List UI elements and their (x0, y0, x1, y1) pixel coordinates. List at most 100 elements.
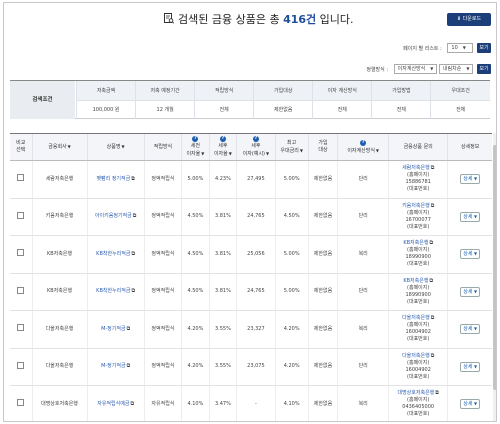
criteria-label: 검색조건 (10, 81, 75, 119)
col-max-rate[interactable]: 최고 우대금리▼ (274, 133, 309, 161)
chevron-down-icon: ▼ (430, 66, 434, 71)
page-title: 검색된 금융 상품은 총 416건 입니다. (164, 11, 354, 27)
product-cell[interactable]: M-정기적금⧉ (86, 348, 145, 386)
compare-checkbox[interactable] (17, 249, 25, 257)
help-icon[interactable]: ? (192, 136, 199, 142)
external-link-icon[interactable]: ⧉ (130, 401, 134, 407)
external-link-icon[interactable]: ⧉ (133, 213, 137, 219)
external-link-icon[interactable]: ⧉ (131, 176, 135, 182)
homepage-label: (홈페이지) (407, 284, 430, 291)
compare-checkbox[interactable] (17, 399, 25, 407)
homepage-label: (홈페이지) (407, 359, 430, 366)
post-rate-cell: 3.81% (208, 235, 237, 274)
post-interest-cell: 23,327 (236, 310, 276, 349)
criteria-value: 12 개월 (135, 100, 195, 119)
product-link[interactable]: 펫팸리 정기적금 (96, 176, 130, 182)
help-icon[interactable]: ? (252, 136, 259, 142)
max-rate-cell: 5.00% (274, 160, 309, 199)
compare-checkbox[interactable] (17, 286, 25, 294)
scrollbar-thumb[interactable] (493, 145, 496, 390)
sort-apply-button[interactable]: 보기 (477, 64, 491, 74)
detail-label: 상세 (463, 176, 473, 183)
compare-checkbox[interactable] (17, 361, 25, 369)
method-cell: 정액적립식 (143, 273, 182, 311)
external-link-icon[interactable]: ⧉ (435, 390, 439, 396)
external-link-icon[interactable]: ⧉ (131, 251, 135, 257)
help-icon[interactable]: ? (360, 139, 367, 146)
col-post-interest[interactable]: ? 세후 이자(예시)▼ (236, 133, 276, 161)
product-cell[interactable]: 펫팸리 정기적금⧉ (86, 160, 145, 199)
external-link-icon[interactable]: ⧉ (431, 315, 435, 321)
col-calc[interactable]: ? 이자계산방식▼ (337, 133, 389, 161)
detail-label: 상세 (463, 326, 473, 333)
help-icon[interactable]: ? (219, 136, 226, 142)
compare-checkbox[interactable] (17, 324, 25, 332)
company-cell: KB저축은행 (31, 235, 88, 274)
table-row: 대명상호저축은행 자유적립식예금⧉ 자유적립식 4.10% 3.47% -4.10% 제한없… (10, 385, 492, 421)
product-cell[interactable]: KB착한누리적금⧉ (86, 235, 145, 274)
col-company[interactable]: 금융회사▼ (31, 133, 88, 161)
compare-cell (10, 273, 32, 311)
company-cell: 대명상호저축은행 (31, 385, 88, 421)
detail-button[interactable]: 상세 ▼ (460, 399, 481, 410)
compare-checkbox[interactable] (17, 211, 25, 219)
col-pre-rate[interactable]: ? 세전 이자율▼ (181, 133, 210, 161)
external-link-icon[interactable]: ⧉ (127, 326, 131, 332)
criteria-header: 적립방식 (194, 81, 254, 101)
per-page-select[interactable]: 10 ▼ (447, 43, 474, 53)
bank-homepage-link[interactable]: 다올저축은행 (402, 353, 430, 359)
detail-cell: 상세 ▼ (447, 273, 492, 311)
criteria-value: 전체 (194, 100, 254, 119)
bank-homepage-link[interactable]: 다올저축은행 (402, 315, 430, 321)
product-cell[interactable]: KB착한누리적금⧉ (86, 273, 145, 311)
product-cell[interactable]: 자유적립식예금⧉ (86, 385, 145, 421)
detail-button[interactable]: 상세 ▼ (460, 249, 481, 260)
product-link[interactable]: 아이키움정기적금 (95, 213, 132, 219)
product-link[interactable]: 자유적립식예금 (97, 401, 129, 407)
detail-button[interactable]: 상세 ▼ (460, 361, 481, 372)
col-product[interactable]: 상품명▼ (86, 133, 145, 161)
external-link-icon[interactable]: ⧉ (431, 353, 435, 359)
product-cell[interactable]: M-정기적금⧉ (86, 310, 145, 349)
phone-number: 16004902 (405, 329, 431, 336)
detail-button[interactable]: 상세 ▼ (460, 174, 481, 185)
external-link-icon[interactable]: ⧉ (431, 203, 435, 209)
sort-field-select[interactable]: 이자계산방식 ▼ (393, 64, 438, 74)
per-page-apply-button[interactable]: 보기 (477, 43, 491, 53)
table-row: 다올저축은행 M-정기적금⧉ 정액적립식 4.20% 3.55% 23,075 4.20% 제… (10, 348, 492, 386)
inquiry-cell: 다올저축은행⧉ (홈페이지) 16004902 (대표번호) (387, 310, 448, 349)
sort-label: 정렬방식 : (366, 66, 389, 73)
col-product-label: 상품명 (106, 144, 121, 150)
bank-homepage-link[interactable]: 키움저축은행 (402, 203, 430, 209)
detail-button[interactable]: 상세 ▼ (460, 324, 481, 335)
inquiry-cell: KB저축은행⧉ (홈페이지) 18990900 (대표번호) (387, 235, 448, 274)
col-post-interest-label: 세후 이자(예시) (242, 143, 266, 157)
post-interest-cell: 24,765 (236, 273, 276, 311)
external-link-icon[interactable]: ⧉ (429, 278, 433, 284)
external-link-icon[interactable]: ⧉ (131, 288, 135, 294)
bank-homepage-link[interactable]: 세람저축은행 (402, 165, 430, 171)
method-cell: 정액적립식 (143, 198, 182, 236)
sort-order-select[interactable]: 내림차순 ▼ (438, 64, 474, 74)
bank-homepage-link[interactable]: 대명상호저축은행 (397, 390, 434, 396)
scrollbar[interactable] (493, 133, 496, 421)
chevron-down-icon: ▼ (474, 213, 478, 219)
external-link-icon[interactable]: ⧉ (431, 165, 435, 171)
compare-checkbox[interactable] (17, 174, 25, 182)
download-button[interactable]: ⬇ 다운로드 (447, 13, 491, 26)
product-link[interactable]: M-정기적금 (101, 326, 126, 332)
product-cell[interactable]: 아이키움정기적금⧉ (86, 198, 145, 236)
calc-cell: 단리 (337, 273, 389, 311)
bank-homepage-link[interactable]: KB저축은행 (403, 240, 428, 246)
product-link[interactable]: M-정기적금 (101, 363, 126, 369)
detail-button[interactable]: 상세 ▼ (460, 286, 481, 297)
product-link[interactable]: KB착한누리적금 (96, 288, 130, 294)
bank-homepage-link[interactable]: KB저축은행 (403, 278, 428, 284)
col-post-rate[interactable]: ? 세후 이자율▼ (208, 133, 237, 161)
external-link-icon[interactable]: ⧉ (429, 240, 433, 246)
external-link-icon[interactable]: ⧉ (127, 363, 131, 369)
detail-button[interactable]: 상세 ▼ (460, 211, 481, 222)
max-rate-cell: 5.00% (274, 273, 309, 311)
method-cell: 정액적립식 (143, 310, 182, 349)
product-link[interactable]: KB착한누리적금 (96, 251, 130, 257)
